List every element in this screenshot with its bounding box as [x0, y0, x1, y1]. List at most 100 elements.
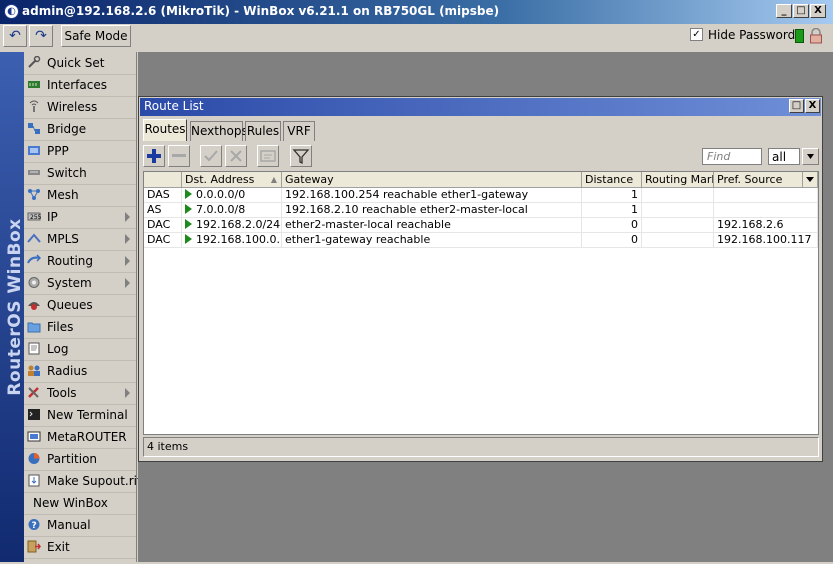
filter-button[interactable] — [290, 145, 312, 167]
hide-passwords-label: Hide Passwords — [708, 28, 802, 42]
column-header-gateway[interactable]: Gateway — [282, 172, 582, 188]
cross-icon — [230, 150, 242, 162]
radius-icon — [27, 364, 41, 377]
sidebar-item-label: Partition — [47, 452, 98, 466]
sidebar-item-tools[interactable]: Tools — [24, 382, 136, 405]
cell-gateway-value: 192.168.2.10 reachable ether2-master-loc… — [285, 203, 528, 216]
submenu-arrow-icon — [125, 212, 130, 222]
sidebar-item-routing[interactable]: Routing — [24, 250, 136, 273]
close-button[interactable]: X — [810, 4, 826, 18]
column-header-distance[interactable]: Distance — [582, 172, 642, 188]
sidebar-item-radius[interactable]: Radius — [24, 360, 136, 383]
enable-button[interactable] — [200, 145, 222, 167]
submenu-arrow-icon — [125, 278, 130, 288]
sidebar-item-queues[interactable]: Queues — [24, 294, 136, 317]
cell-distance: 1 — [582, 203, 642, 218]
cell-pref-source: 192.168.2.6 — [714, 218, 818, 233]
table-row[interactable]: DAC 192.168.100.0... ether1-gateway reacha… — [144, 233, 818, 248]
sidebar-item-metarouter[interactable]: MetaROUTER — [24, 426, 136, 449]
interfaces-icon — [27, 78, 41, 91]
comment-button[interactable] — [257, 145, 279, 167]
system-icon — [27, 276, 41, 289]
sidebar-item-label: New Terminal — [47, 408, 128, 422]
manual-icon: ? — [27, 518, 41, 531]
remove-button[interactable] — [168, 145, 190, 167]
tab-routes[interactable]: Routes — [143, 119, 187, 141]
svg-text:255: 255 — [30, 214, 41, 221]
files-icon — [27, 320, 41, 333]
sort-asc-icon: ▲ — [270, 175, 277, 184]
sidebar-item-partition[interactable]: Partition — [24, 448, 136, 471]
cell-flags: DAC — [144, 233, 182, 248]
tab-rules[interactable]: Rules — [245, 121, 281, 141]
cell-dst-address: 192.168.100.0... — [182, 233, 282, 248]
cell-flags-value: AS — [147, 203, 162, 216]
maximize-button[interactable]: □ — [793, 4, 809, 18]
route-list-close-button[interactable]: X — [805, 99, 820, 113]
column-chooser-button[interactable] — [803, 172, 818, 188]
tab-nexthops[interactable]: Nexthops — [190, 121, 248, 141]
column-header-flags[interactable] — [144, 172, 182, 188]
sidebar-item-interfaces[interactable]: Interfaces — [24, 74, 136, 97]
sidebar-item-new-terminal[interactable]: New Terminal — [24, 404, 136, 427]
cell-gateway: 192.168.100.254 reachable ether1-gateway — [282, 188, 582, 203]
column-header-dst-address-label: Dst. Address — [185, 173, 255, 186]
hide-passwords-checkbox[interactable]: ✓ — [690, 28, 703, 41]
sidebar-item-exit[interactable]: Exit — [24, 536, 136, 559]
sidebar-item-ip[interactable]: 255 IP — [24, 206, 136, 229]
sidebar-item-label: Make Supout.rif — [47, 474, 142, 488]
sidebar-item-files[interactable]: Files — [24, 316, 136, 339]
sidebar-item-manual[interactable]: ? Manual — [24, 514, 136, 537]
sidebar-item-ppp[interactable]: PPP — [24, 140, 136, 163]
minimize-button[interactable]: _ — [776, 4, 792, 18]
safe-mode-button[interactable]: Safe Mode — [61, 25, 131, 47]
quickset-icon — [27, 55, 41, 69]
column-header-routing-mark[interactable]: Routing Mark — [642, 172, 714, 188]
cell-dst-address-value: 192.168.100.0... — [196, 233, 282, 246]
cell-routing-mark — [642, 188, 714, 203]
disable-button[interactable] — [225, 145, 247, 167]
route-list-maximize-button[interactable]: □ — [789, 99, 804, 113]
svg-text:?: ? — [32, 521, 37, 531]
cell-distance-value: 1 — [631, 203, 638, 216]
redo-button[interactable]: ↷ — [29, 25, 53, 47]
sidebar-item-label: Bridge — [47, 122, 87, 136]
sidebar-item-make-supout-rif[interactable]: Make Supout.rif — [24, 470, 141, 493]
sidebar-item-label: New WinBox — [33, 496, 108, 510]
sidebar-item-quick-set[interactable]: Quick Set — [24, 52, 136, 75]
tab-vrf[interactable]: VRF — [283, 121, 315, 141]
table-row[interactable]: DAC 192.168.2.0/24 ether2-master-local rea… — [144, 218, 818, 233]
sidebar-item-bridge[interactable]: Bridge — [24, 118, 136, 141]
filter-select[interactable]: all — [768, 148, 800, 165]
wireless-icon — [27, 100, 41, 113]
filter-icon — [292, 149, 310, 165]
undo-button[interactable]: ↶ — [3, 25, 27, 47]
column-header-pref-source[interactable]: Pref. Source — [714, 172, 803, 188]
sidebar-item-log[interactable]: Log — [24, 338, 136, 361]
sidebar-item-new-winbox[interactable]: New WinBox — [24, 492, 136, 515]
cell-pref-source — [714, 188, 818, 203]
cell-flags: DAC — [144, 218, 182, 233]
sidebar-item-label: Tools — [47, 386, 77, 400]
active-route-icon — [185, 204, 192, 214]
table-row[interactable]: DAS 0.0.0.0/0 192.168.100.254 reachable et… — [144, 188, 818, 203]
sidebar-item-mesh[interactable]: Mesh — [24, 184, 136, 207]
sidebar-item-label: Files — [47, 320, 74, 334]
sidebar-item-switch[interactable]: Switch — [24, 162, 136, 185]
find-input[interactable]: Find — [702, 148, 762, 165]
cell-pref-source — [714, 203, 818, 218]
sidebar-item-label: Interfaces — [47, 78, 107, 92]
filter-dropdown-button[interactable] — [802, 148, 819, 165]
column-header-dst-address[interactable]: Dst. Address ▲ — [182, 172, 282, 188]
route-list-titlebar[interactable] — [140, 98, 821, 116]
cell-flags-value: DAC — [147, 218, 171, 231]
add-button[interactable] — [143, 145, 165, 167]
route-list-title: Route List — [144, 99, 204, 113]
table-row[interactable]: AS 7.0.0.0/8 192.168.2.10 reachable ether2… — [144, 203, 818, 218]
sidebar-item-system[interactable]: System — [24, 272, 136, 295]
sidebar-item-label: Queues — [47, 298, 93, 312]
active-route-icon — [185, 189, 192, 199]
sidebar-item-mpls[interactable]: MPLS — [24, 228, 136, 251]
submenu-arrow-icon — [125, 388, 130, 398]
sidebar-item-wireless[interactable]: Wireless — [24, 96, 136, 119]
